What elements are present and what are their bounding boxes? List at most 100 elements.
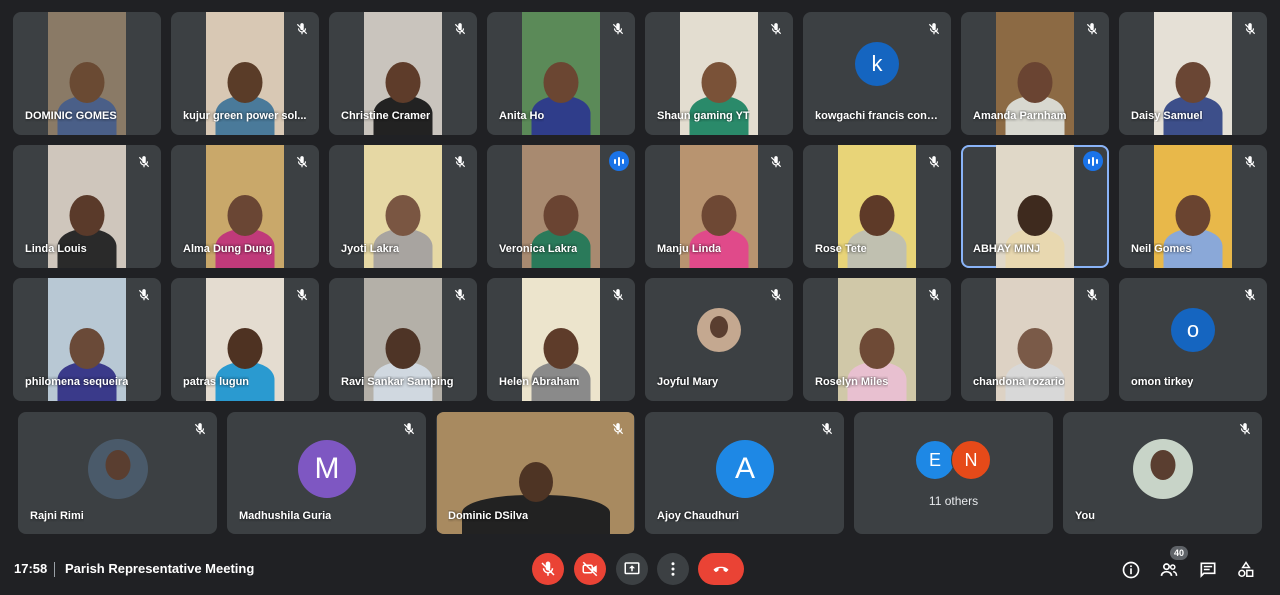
participant-name: omon tirkey [1131, 376, 1194, 388]
participant-tile[interactable]: Ravi Sankar Samping [329, 278, 477, 401]
participant-tile[interactable]: Rajni Rimi [18, 412, 217, 534]
participant-name: Jyoti Lakra [341, 243, 400, 255]
person-face [1175, 62, 1211, 103]
participant-tile[interactable]: Shaun gaming YT [645, 12, 793, 135]
mic-muted-icon [451, 20, 469, 38]
participant-tile[interactable]: Amanda Parnham [961, 12, 1109, 135]
participant-name: kowgachi francis conv... [815, 110, 940, 122]
participant-tile[interactable]: Anita Ho [487, 12, 635, 135]
camera-off-icon [582, 561, 598, 577]
participant-tile[interactable]: Alma Dung Dung [171, 145, 319, 268]
activities-icon [1238, 561, 1254, 577]
participant-tile[interactable]: Rose Tete [803, 145, 951, 268]
participant-tile[interactable]: Helen Abraham [487, 278, 635, 401]
mic-muted-icon [293, 286, 311, 304]
mic-muted-icon [293, 153, 311, 171]
participant-tile[interactable]: Joyful Mary [645, 278, 793, 401]
people-button[interactable] [1158, 559, 1180, 581]
avatar: M [298, 440, 356, 498]
participant-tile[interactable]: A Ajoy Chaudhuri [645, 412, 844, 534]
mic-muted-icon [1083, 286, 1101, 304]
meeting-time: 17:58 [14, 561, 48, 576]
participant-tile[interactable]: Christine Cramer [329, 12, 477, 135]
person-face [385, 62, 421, 103]
participant-tile[interactable]: philomena sequeira [13, 278, 161, 401]
participant-tile[interactable]: Roselyn Miles [803, 278, 951, 401]
person-face [543, 62, 579, 103]
participant-tile[interactable]: DOMINIC GOMES [13, 12, 161, 135]
participant-name: philomena sequeira [25, 376, 129, 388]
participant-tile[interactable]: Manju Linda [645, 145, 793, 268]
mic-muted-icon [818, 420, 836, 438]
leave-call-button[interactable] [698, 553, 744, 585]
mic-muted-icon [1083, 20, 1101, 38]
person-face [701, 195, 737, 236]
mic-muted-icon [767, 20, 785, 38]
chat-button[interactable] [1197, 559, 1219, 581]
mic-muted-icon [451, 153, 469, 171]
divider [54, 562, 55, 577]
mic-muted-icon [293, 20, 311, 38]
participant-tile[interactable]: Jyoti Lakra [329, 145, 477, 268]
participant-name: patras lugun [183, 376, 250, 388]
participant-tile[interactable]: Veronica Lakra [487, 145, 635, 268]
participant-tile[interactable]: kujur green power sol... [171, 12, 319, 135]
camera-toggle-button[interactable] [574, 553, 606, 585]
participant-name: Manju Linda [657, 243, 722, 255]
photo-face [1150, 450, 1176, 480]
participant-tile[interactable]: patras lugun [171, 278, 319, 401]
participant-tile[interactable]: You [1063, 412, 1262, 534]
participant-tile[interactable]: Daisy Samuel [1119, 12, 1267, 135]
activities-button[interactable] [1235, 559, 1257, 581]
participant-tile[interactable]: Linda Louis [13, 145, 161, 268]
meeting-details-button[interactable] [1120, 559, 1142, 581]
mic-muted-icon [609, 420, 627, 438]
person-face [1175, 195, 1211, 236]
mic-toggle-button[interactable] [532, 553, 564, 585]
person-face [69, 62, 105, 103]
profile-photo [88, 439, 148, 499]
person-face [518, 462, 553, 502]
person-face [69, 328, 105, 369]
participant-tile[interactable]: E N 11 others [854, 412, 1053, 534]
mic-muted-icon [135, 286, 153, 304]
mic-muted-icon [1241, 20, 1259, 38]
person-face [701, 62, 737, 103]
participant-tile[interactable]: Neil Gomes [1119, 145, 1267, 268]
more-options-button[interactable] [657, 553, 689, 585]
participant-name: Linda Louis [25, 243, 87, 255]
person-face [543, 328, 579, 369]
mic-off-icon [541, 561, 555, 576]
participant-tile[interactable]: M Madhushila Guria [227, 412, 426, 534]
mic-muted-icon [609, 20, 627, 38]
person-face [1017, 195, 1053, 236]
mic-muted-icon [400, 420, 418, 438]
person-face [227, 328, 263, 369]
mic-muted-icon [1241, 153, 1259, 171]
participant-tile[interactable]: k kowgachi francis conv... [803, 12, 951, 135]
participant-tile[interactable]: Dominic DSilva [436, 412, 635, 534]
meeting-title: Parish Representative Meeting [65, 561, 255, 576]
participant-tile[interactable]: o omon tirkey [1119, 278, 1267, 401]
participant-name: Ravi Sankar Samping [341, 376, 454, 388]
participant-name: Rose Tete [815, 243, 867, 255]
person-face [543, 195, 579, 236]
mic-muted-icon [609, 286, 627, 304]
photo-face [105, 450, 131, 480]
participant-name: Rajni Rimi [30, 510, 84, 522]
person-face [1017, 62, 1053, 103]
participant-name: Shaun gaming YT [657, 110, 750, 122]
other-participant-avatar: N [951, 440, 991, 480]
participant-tile[interactable]: ABHAY MINJ [961, 145, 1109, 268]
participant-name: Roselyn Miles [815, 376, 889, 388]
avatar: A [716, 440, 774, 498]
person-face [859, 195, 895, 236]
person-face [227, 195, 263, 236]
present-icon [624, 562, 640, 575]
speaking-indicator-icon [1083, 151, 1103, 171]
present-button[interactable] [616, 553, 648, 585]
participant-tile[interactable]: chandona rozario [961, 278, 1109, 401]
mic-muted-icon [1241, 286, 1259, 304]
mic-muted-icon [191, 420, 209, 438]
mic-muted-icon [925, 153, 943, 171]
